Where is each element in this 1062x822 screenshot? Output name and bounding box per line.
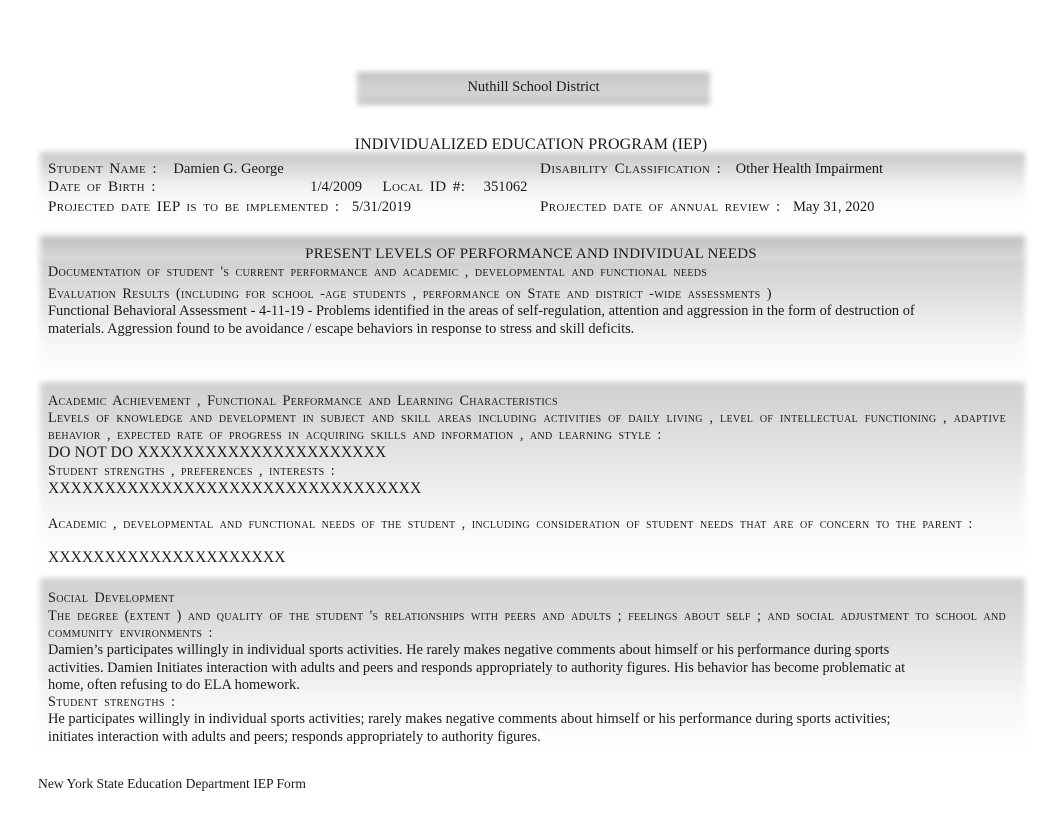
- evaluation-results-label: Evaluation Results (including for school…: [48, 286, 772, 302]
- projected-implementation-value: 5/31/2019: [351, 199, 411, 215]
- present-levels-section-title: PRESENT LEVELS OF PERFORMANCE AND INDIVI…: [305, 246, 757, 262]
- projected-implementation-row: Projected date IEP is to be implemented …: [48, 198, 411, 216]
- projected-implementation-label: Projected date IEP is to be implemented …: [48, 198, 340, 215]
- academic-needs-label: Academic , developmental and functional …: [48, 516, 973, 532]
- academic-needs-value: XXXXXXXXXXXXXXXXXXXXX: [48, 549, 286, 566]
- academic-achievement-description-value: DO NOT DO XXXXXXXXXXXXXXXXXXXXXX: [48, 444, 387, 461]
- student-name-row: Student Name : Damien G. George: [48, 160, 284, 178]
- annual-review-value: May 31, 2020: [792, 199, 875, 215]
- local-id-value: 351062: [483, 179, 528, 195]
- evaluation-results-text: Functional Behavioral Assessment - 4-11-…: [48, 303, 915, 337]
- student-name-value: Damien G. George: [173, 161, 284, 177]
- student-name-label: Student Name :: [48, 160, 157, 177]
- date-of-birth-label: Date of Birth :: [48, 178, 156, 195]
- academic-achievement-description: Levels of knowledge and development in s…: [48, 410, 1006, 444]
- social-development-heading: Social Development: [48, 590, 175, 606]
- academic-strengths-value: XXXXXXXXXXXXXXXXXXXXXXXXXXXXXXXXX: [48, 480, 422, 497]
- date-of-birth-row: Date of Birth : 1/4/2009 Local ID #: 351…: [48, 178, 527, 196]
- local-id-label: Local ID #:: [382, 178, 466, 195]
- district-title: Nuthill School District: [467, 79, 600, 95]
- disability-classification-value: Other Health Impairment: [735, 161, 884, 177]
- date-of-birth-value: 1/4/2009: [310, 179, 363, 195]
- social-development-description-value: Damien’s participates willingly in indiv…: [48, 642, 906, 693]
- annual-review-label: Projected date of annual review :: [540, 198, 781, 215]
- social-strengths-value: He participates willingly in individual …: [48, 711, 891, 745]
- academic-strengths-label: Student strengths , preferences , intere…: [48, 463, 336, 479]
- social-strengths-label: Student strengths :: [48, 694, 176, 710]
- page-title: INDIVIDUALIZED EDUCATION PROGRAM (IEP): [354, 136, 708, 153]
- iep-document-page: Nuthill School District INDIVIDUALIZED E…: [0, 0, 1062, 822]
- academic-achievement-heading: Academic Achievement , Functional Perfor…: [48, 393, 558, 409]
- social-development-description: The degree (extent ) and quality of the …: [48, 608, 1006, 642]
- disability-classification-row: Disability Classification : Other Health…: [540, 160, 883, 178]
- disability-classification-label: Disability Classification :: [540, 160, 722, 177]
- annual-review-row: Projected date of annual review : May 31…: [540, 198, 874, 216]
- footer-text: New York State Education Department IEP …: [38, 776, 306, 791]
- documentation-label: Documentation of student 's current perf…: [48, 264, 708, 280]
